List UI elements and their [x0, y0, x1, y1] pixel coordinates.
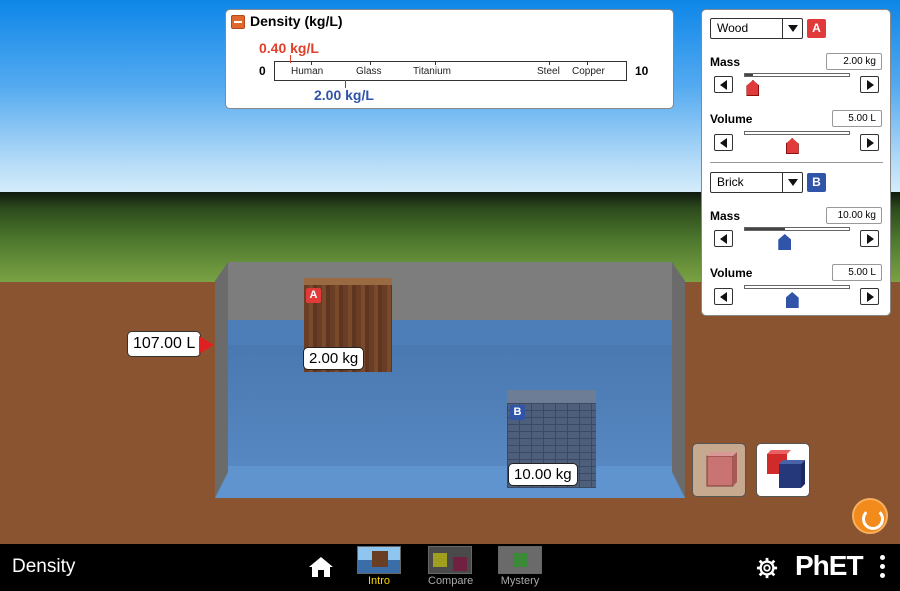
block-b-material-select[interactable]: Brick [710, 172, 803, 193]
density-scale-min: 0 [259, 64, 266, 78]
pool-volume-readout: 107.00 L [127, 331, 202, 357]
block-a-mass-value: 2.00 kg [826, 53, 882, 70]
block-a-mass-label: Mass [710, 55, 741, 69]
block-b-volume-track [744, 285, 850, 289]
density-value-red: 0.40 kg/L [259, 40, 319, 56]
reset-all-button[interactable] [852, 498, 888, 534]
block-b-volume-slider-thumb[interactable] [785, 292, 799, 308]
density-value-blue: 2.00 kg/L [314, 87, 374, 103]
intro-tab-thumbnail [357, 546, 401, 574]
block-b-material-value: Brick [717, 175, 744, 189]
tab-mystery-label: Mystery [500, 575, 540, 587]
tab-mystery[interactable]: Mystery [498, 546, 542, 589]
single-block-view-button[interactable] [692, 443, 746, 497]
block-b-volume-label: Volume [710, 266, 753, 280]
block-a-volume-track [744, 131, 850, 135]
collapse-icon[interactable] [231, 15, 245, 29]
block-a-mass-fill [745, 74, 754, 76]
chevron-down-icon [782, 173, 802, 192]
block-b-mass-increase-button[interactable] [860, 230, 879, 247]
block-a-volume-label: Volume [710, 112, 753, 126]
controls-divider [710, 162, 883, 163]
pool-right-wall [672, 262, 685, 498]
block-a-mass-slider-thumb[interactable] [746, 80, 760, 96]
block-b-mass-slider-thumb[interactable] [778, 234, 792, 250]
material-glass: Glass [356, 66, 382, 77]
block-a-material-value: Wood [717, 21, 749, 35]
tab-intro[interactable]: Intro [357, 546, 401, 589]
density-panel: Density (kg/L) 0.40 kg/L 0 Human Glass T… [225, 9, 674, 109]
water-level-arrow-icon [199, 336, 214, 354]
material-steel: Steel [537, 66, 560, 77]
density-tick [435, 61, 436, 65]
block-b-select-tag: B [807, 173, 826, 192]
material-copper: Copper [572, 66, 605, 77]
block-b-mass-track [744, 227, 850, 231]
block-a-volume-value: 5.00 L [832, 110, 882, 127]
density-marker-red [290, 55, 291, 63]
block-b-volume-increase-button[interactable] [860, 288, 879, 305]
block-a-volume-decrease-button[interactable] [714, 134, 733, 151]
pool-left-wall [215, 262, 228, 498]
density-scale-max: 10 [635, 64, 649, 78]
compare-tab-thumbnail [428, 546, 472, 574]
tab-compare[interactable]: Compare [428, 546, 474, 589]
two-block-view-button[interactable] [756, 443, 810, 497]
single-block-icon [706, 452, 737, 487]
block-a-select-tag: A [807, 19, 826, 38]
block-b-volume-decrease-button[interactable] [714, 288, 733, 305]
home-icon[interactable] [308, 556, 334, 578]
density-tick [311, 61, 312, 65]
pool-floor [215, 466, 685, 498]
block-b-top-face [507, 390, 596, 403]
block-b-mass-label: 10.00 kg [508, 463, 578, 486]
block-a-top-face [304, 278, 392, 285]
two-blocks-icon [767, 450, 805, 488]
block-b-mass-fill [745, 228, 785, 230]
navigation-bar: Density Intro Compare Mystery PhET [0, 544, 900, 591]
phet-logo[interactable]: PhET [795, 550, 864, 582]
density-scale-bar: Human Glass Titanium Steel Copper [274, 55, 627, 88]
chevron-down-icon [782, 19, 802, 38]
block-b-mass-label: Mass [710, 209, 741, 223]
density-panel-title: Density (kg/L) [250, 13, 343, 29]
block-a-volume-slider-thumb[interactable] [785, 138, 799, 154]
block-controls-panel: Wood A Mass 2.00 kg Volume 5.00 L Brick … [701, 9, 891, 316]
tab-compare-label: Compare [428, 575, 474, 587]
kebab-menu-icon[interactable] [880, 555, 886, 581]
block-a-volume-increase-button[interactable] [860, 134, 879, 151]
block-a-mass-track [744, 73, 850, 77]
mystery-tab-thumbnail [498, 546, 542, 574]
block-b-mass-value: 10.00 kg [826, 207, 882, 224]
material-human: Human [291, 66, 324, 77]
block-b-mass-decrease-button[interactable] [714, 230, 733, 247]
block-a-material-select[interactable]: Wood [710, 18, 803, 39]
material-titanium: Titanium [413, 66, 451, 77]
density-tick [587, 61, 588, 65]
water-surface [215, 320, 685, 346]
density-tick [549, 61, 550, 65]
block-a-mass-increase-button[interactable] [860, 76, 879, 93]
block-a-mass-label: 2.00 kg [303, 347, 365, 370]
tab-intro-label: Intro [367, 575, 390, 587]
block-b-volume-value: 5.00 L [832, 264, 882, 281]
block-a-mass-decrease-button[interactable] [714, 76, 733, 93]
block-a-tag: A [306, 288, 321, 303]
block-b-tag: B [510, 405, 525, 420]
app-title: Density [12, 556, 76, 577]
gear-icon[interactable] [756, 557, 778, 579]
density-tick [370, 61, 371, 65]
